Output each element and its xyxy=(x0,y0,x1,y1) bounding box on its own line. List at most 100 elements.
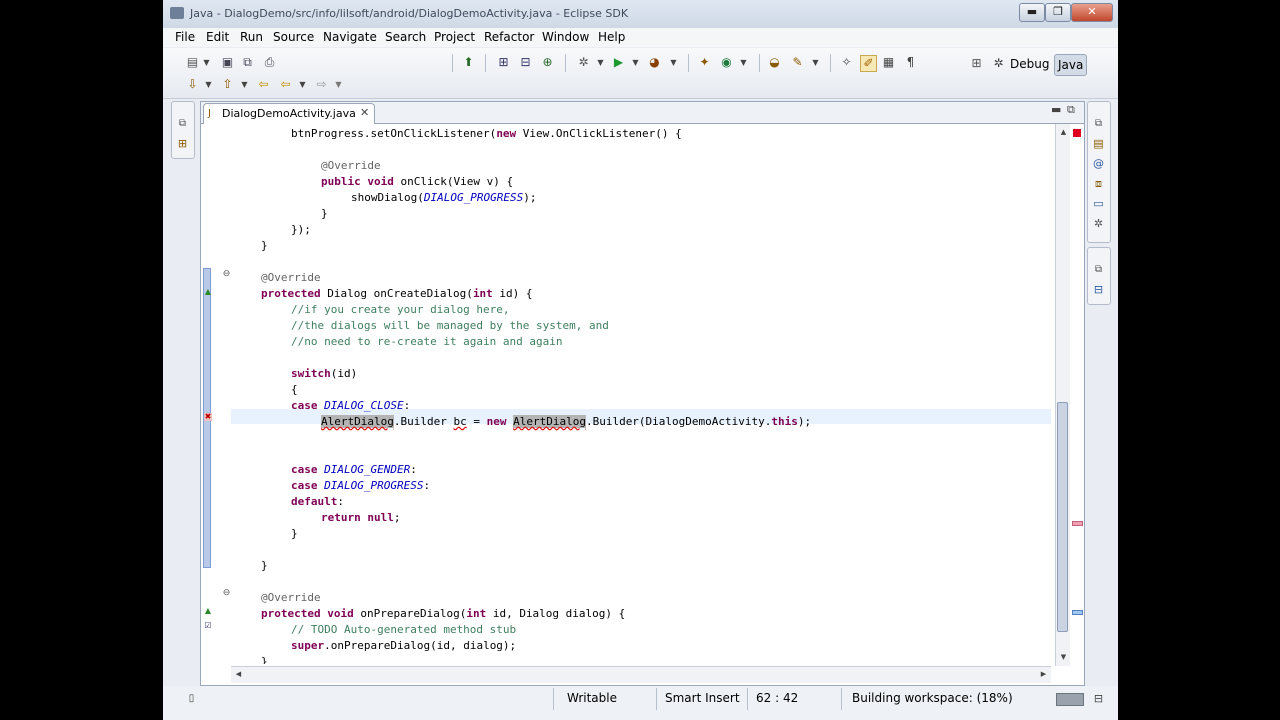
menu-window[interactable]: Window xyxy=(542,30,589,44)
java-perspective-button[interactable]: Java xyxy=(1054,54,1088,76)
error-overview-marker[interactable] xyxy=(1072,521,1083,526)
new-class-dropdown-icon[interactable]: ▼ xyxy=(736,55,751,70)
progress-view-icon[interactable]: ✲ xyxy=(1091,216,1106,231)
back-dropdown-icon[interactable]: ▼ xyxy=(295,77,310,92)
menu-edit[interactable]: Edit xyxy=(206,30,229,44)
code-line: return null; xyxy=(321,511,401,525)
restore-icon[interactable]: ⧉ xyxy=(1091,116,1106,131)
next-annotation-icon[interactable]: ⇩ xyxy=(185,77,200,92)
debug-perspective-icon[interactable]: ✲ xyxy=(991,56,1006,71)
override-marker-icon[interactable]: ▲ xyxy=(204,607,212,615)
vertical-scrollbar[interactable]: ▲ ▼ xyxy=(1055,124,1070,666)
menu-help[interactable]: Help xyxy=(598,30,625,44)
restore-icon[interactable]: ⧉ xyxy=(175,116,190,131)
menu-search[interactable]: Search xyxy=(385,30,426,44)
print-icon[interactable]: ⎙ xyxy=(262,55,277,70)
code-line: public void onClick(View v) { xyxy=(321,175,513,189)
external-tools-dropdown-icon[interactable]: ▼ xyxy=(666,55,681,70)
declaration-icon[interactable]: ⧈ xyxy=(1091,176,1106,191)
maximize-editor-icon[interactable]: ⧉ xyxy=(1067,103,1075,117)
javadoc-icon[interactable]: @ xyxy=(1091,156,1106,171)
code-line: }); xyxy=(291,223,311,237)
scroll-down-icon[interactable]: ▼ xyxy=(1056,650,1071,665)
horizontal-scrollbar[interactable]: ◀ ▶ xyxy=(231,666,1051,683)
code-line: } xyxy=(261,559,268,573)
scroll-up-icon[interactable]: ▲ xyxy=(1056,125,1071,140)
highlight-occurrences-icon[interactable]: ✐ xyxy=(860,55,877,72)
package-explorer-icon[interactable]: ⊞ xyxy=(175,136,190,151)
fold-collapse-icon[interactable]: ⊖ xyxy=(222,589,231,598)
progress-view-icon[interactable]: ⊟ xyxy=(1091,691,1106,706)
new-icon[interactable]: ▤ xyxy=(185,55,200,70)
debug-dropdown-icon[interactable]: ▼ xyxy=(593,55,608,70)
task-overview-marker[interactable] xyxy=(1072,610,1083,615)
menu-run[interactable]: Run xyxy=(240,30,263,44)
external-tools-icon[interactable]: ◕ xyxy=(647,55,662,70)
menu-navigate[interactable]: Navigate xyxy=(323,30,377,44)
menu-file[interactable]: File xyxy=(175,30,195,44)
task-marker-icon[interactable]: ☑ xyxy=(204,622,212,630)
new-class-icon[interactable]: ⊕ xyxy=(540,55,555,70)
vertical-scroll-thumb[interactable] xyxy=(1057,402,1068,632)
code-token: : xyxy=(403,399,411,412)
debug-run-icon[interactable]: ✲ xyxy=(576,55,591,70)
forward-icon[interactable]: ⇨ xyxy=(314,77,329,92)
minimize-button[interactable]: ▬ xyxy=(1019,3,1045,22)
left-trim-stack: ⧉ ⊞ xyxy=(171,101,195,159)
show-whitespace-icon[interactable]: ¶ xyxy=(903,55,918,70)
code-token: { xyxy=(291,383,298,396)
previous-annotation-dropdown-icon[interactable]: ▼ xyxy=(237,77,252,92)
menu-project[interactable]: Project xyxy=(434,30,475,44)
back-icon[interactable]: ⇦ xyxy=(278,77,293,92)
menu-refactor[interactable]: Refactor xyxy=(484,30,534,44)
editor-tab[interactable]: J DialogDemoActivity.java ✕ xyxy=(203,103,375,124)
run-dropdown-icon[interactable]: ▼ xyxy=(628,55,643,70)
right-trim-stack: ⧉ ▤ @ ⧈ ▭ ✲ xyxy=(1087,101,1111,243)
close-tab-icon[interactable]: ✕ xyxy=(360,106,369,119)
error-summary-icon[interactable] xyxy=(1073,129,1081,137)
previous-annotation-icon[interactable]: ⇧ xyxy=(220,77,235,92)
code-line: //if you create your dialog here, xyxy=(291,303,510,317)
android-sdk-icon[interactable]: ⬆ xyxy=(461,55,476,70)
debug-perspective-button[interactable]: Debug xyxy=(1007,54,1052,74)
new-package-icon[interactable]: ⊟ xyxy=(518,55,533,70)
code-token: (id) xyxy=(330,367,358,380)
save-all-icon[interactable]: ⧉ xyxy=(240,55,255,70)
minimize-editor-icon[interactable]: ▬ xyxy=(1051,103,1061,116)
search-icon[interactable]: ✎ xyxy=(790,55,805,70)
fold-collapse-icon[interactable]: ⊖ xyxy=(222,270,231,279)
outline-icon[interactable]: ⊟ xyxy=(1091,282,1106,297)
fast-view-icon[interactable]: ▯ xyxy=(184,691,199,706)
last-edit-location-icon[interactable]: ⇦ xyxy=(256,77,271,92)
scroll-left-icon[interactable]: ◀ xyxy=(231,667,246,682)
override-marker-icon[interactable]: ▲ xyxy=(204,288,212,296)
close-button[interactable]: ✕ xyxy=(1071,3,1113,22)
error-marker-icon[interactable]: ✖ xyxy=(204,413,212,421)
console-icon[interactable]: ▭ xyxy=(1091,196,1106,211)
toggle-markers-icon[interactable]: ✧ xyxy=(839,55,854,70)
run-icon[interactable]: ▶ xyxy=(611,55,626,70)
menu-source[interactable]: Source xyxy=(273,30,314,44)
block-selection-icon[interactable]: ▦ xyxy=(881,55,896,70)
code-token: btnProgress.setOnClickListener( xyxy=(291,127,497,140)
open-type-icon[interactable]: ◒ xyxy=(767,55,782,70)
next-annotation-dropdown-icon[interactable]: ▼ xyxy=(201,77,216,92)
code-area[interactable]: ⊖ ⊖ ▲ ✖ ▲ ☑ btnProgress.setOnClickListen… xyxy=(201,124,1051,664)
restore-icon[interactable]: ⧉ xyxy=(1091,262,1106,277)
code-line: } xyxy=(291,527,298,541)
code-token: return xyxy=(321,511,361,524)
new-java-class-icon[interactable]: ◉ xyxy=(719,55,734,70)
maximize-button[interactable]: ❐ xyxy=(1045,3,1071,22)
save-icon[interactable]: ▣ xyxy=(220,55,235,70)
search-dropdown-icon[interactable]: ▼ xyxy=(808,55,823,70)
new-dropdown-icon[interactable]: ▼ xyxy=(199,55,214,70)
forward-dropdown-icon[interactable]: ▼ xyxy=(331,77,346,92)
build-progress-bar[interactable] xyxy=(1056,693,1084,706)
status-build-progress[interactable]: Building workspace: (18%) xyxy=(852,691,1013,705)
open-perspective-icon[interactable]: ⊞ xyxy=(969,56,984,71)
problems-icon[interactable]: ▤ xyxy=(1091,136,1106,151)
new-java-project-icon[interactable]: ✦ xyxy=(697,55,712,70)
scroll-right-icon[interactable]: ▶ xyxy=(1036,667,1051,682)
new-project-icon[interactable]: ⊞ xyxy=(496,55,511,70)
status-writable: Writable xyxy=(567,691,617,705)
